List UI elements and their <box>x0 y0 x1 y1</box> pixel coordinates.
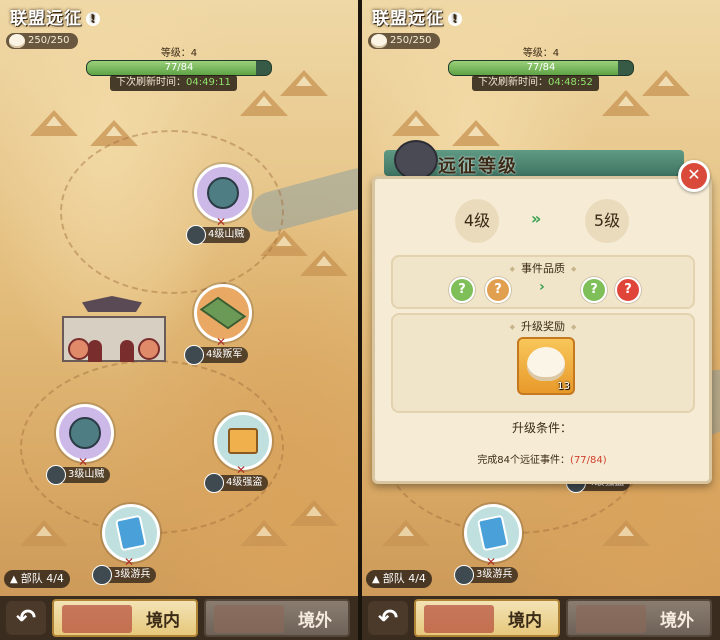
next-level: 5级 <box>585 199 629 243</box>
tab-outer[interactable]: 境外 <box>566 599 712 637</box>
close-button[interactable]: ✕ <box>678 160 710 192</box>
tab-inner[interactable]: 境内 <box>414 599 560 637</box>
fortress-icon <box>214 605 284 633</box>
quality-unknown-green-icon[interactable]: ? <box>581 277 607 303</box>
quality-unknown-orange-icon[interactable]: ? <box>485 277 511 303</box>
page-title: 联盟远征! <box>10 4 100 29</box>
cross-mark-icon: ✕ <box>215 215 227 229</box>
refresh-timer: 下次刷新时间：04:48:52 <box>472 75 599 91</box>
node-label: 3级游兵 <box>92 565 157 585</box>
node-robber[interactable] <box>214 412 272 470</box>
tab-outer[interactable]: 境外 <box>204 599 350 637</box>
event-quality-title: 事件品质 <box>393 260 693 276</box>
map-panel-right: 联盟远征! 250/250 等级：4 77/84 下次刷新时间：04:48:52… <box>362 0 720 640</box>
bun-icon <box>9 34 25 48</box>
info-icon[interactable]: ! <box>86 12 100 26</box>
palace-icon <box>62 605 132 633</box>
territory-icon <box>199 296 247 330</box>
avatar <box>186 225 206 245</box>
back-button[interactable]: ↶ <box>368 601 408 635</box>
card-icon <box>114 514 148 552</box>
map-background[interactable] <box>0 0 358 640</box>
level-progress-text: 77/84 <box>526 62 556 73</box>
home-town[interactable] <box>58 296 166 362</box>
level-progress-text: 77/84 <box>164 62 194 73</box>
info-icon[interactable]: ! <box>448 12 462 26</box>
condition-text: 完成84个远征事件：(77/84) <box>477 455 607 466</box>
node-wanderer[interactable] <box>464 504 522 562</box>
bandit-icon <box>207 177 239 209</box>
stamina-counter: 250/250 <box>6 33 78 49</box>
refresh-timer: 下次刷新时间：04:49:11 <box>110 75 237 91</box>
node-wanderer[interactable] <box>102 504 160 562</box>
level-progress-bar: 77/84 <box>86 60 272 76</box>
dialog-header <box>384 140 684 180</box>
node-label: 4级叛军 <box>184 345 249 365</box>
cross-mark-icon: ✕ <box>123 555 135 569</box>
node-label: 3级游兵 <box>454 565 519 585</box>
node-label: 4级强盗 <box>204 473 269 493</box>
node-bandit-1[interactable] <box>194 164 252 222</box>
level-box: 等级：4 77/84 <box>86 44 272 76</box>
chevron-up-icon: ▲ <box>372 574 380 585</box>
stamina-counter: 250/250 <box>368 33 440 49</box>
bottom-bar: ↶ 境内 境外 <box>0 596 358 640</box>
level-label: 等级：4 <box>160 48 198 59</box>
back-button[interactable]: ↶ <box>6 601 46 635</box>
reward-count: 13 <box>557 381 570 392</box>
cross-mark-icon: ✕ <box>215 335 227 349</box>
reward-bun-item[interactable]: 13 <box>517 337 575 395</box>
upgrade-reward-section: 升级奖励 13 <box>391 313 695 413</box>
level-progress-bar: 77/84 <box>448 60 634 76</box>
node-rebel[interactable] <box>194 284 252 342</box>
bottom-bar: ↶ 境内 境外 <box>362 596 720 640</box>
upgrade-reward-title: 升级奖励 <box>393 318 693 334</box>
team-counter[interactable]: ▲ 部队 4/4 <box>366 570 432 588</box>
cross-mark-icon: ✕ <box>77 455 89 469</box>
avatar <box>46 465 66 485</box>
level-label: 等级：4 <box>522 48 560 59</box>
bandit-icon <box>69 417 101 449</box>
avatar <box>454 565 474 585</box>
expedition-level-dialog: 4级 » 5级 事件品质 ? ? › ? ? 升级奖励 13 升级条件： 完成8… <box>372 176 712 484</box>
cross-mark-icon: ✕ <box>485 555 497 569</box>
quality-unknown-red-icon[interactable]: ? <box>615 277 641 303</box>
level-box: 等级：4 77/84 <box>448 44 634 76</box>
dragon-icon <box>394 140 438 180</box>
scroll-icon <box>228 428 258 454</box>
avatar <box>92 565 112 585</box>
condition-title: 升级条件： <box>511 421 572 435</box>
avatar <box>204 473 224 493</box>
avatar <box>184 345 204 365</box>
page-title: 联盟远征! <box>372 4 462 29</box>
level-arrow-icon: » <box>531 209 541 228</box>
chevron-up-icon: ▲ <box>10 574 18 585</box>
current-level: 4级 <box>455 199 499 243</box>
arrow-right-icon: › <box>539 279 545 295</box>
event-quality-section: 事件品质 ? ? › ? ? <box>391 255 695 309</box>
node-label: 4级山贼 <box>186 225 251 245</box>
bun-icon <box>371 34 387 48</box>
dialog-title: 远征等级 <box>438 156 518 177</box>
node-label: 3级山贼 <box>46 465 111 485</box>
tab-inner[interactable]: 境内 <box>52 599 198 637</box>
node-bandit-2[interactable] <box>56 404 114 462</box>
bun-icon <box>527 347 565 381</box>
team-counter[interactable]: ▲ 部队 4/4 <box>4 570 70 588</box>
cross-mark-icon: ✕ <box>235 463 247 477</box>
fortress-icon <box>576 605 646 633</box>
palace-icon <box>424 605 494 633</box>
screen: 联盟远征! 250/250 等级：4 77/84 下次刷新时间：04:49:11… <box>0 0 720 640</box>
card-icon <box>476 514 510 552</box>
map-panel-left: 联盟远征! 250/250 等级：4 77/84 下次刷新时间：04:49:11… <box>0 0 358 640</box>
quality-unknown-green-icon[interactable]: ? <box>449 277 475 303</box>
condition-progress: (77/84) <box>570 455 607 466</box>
